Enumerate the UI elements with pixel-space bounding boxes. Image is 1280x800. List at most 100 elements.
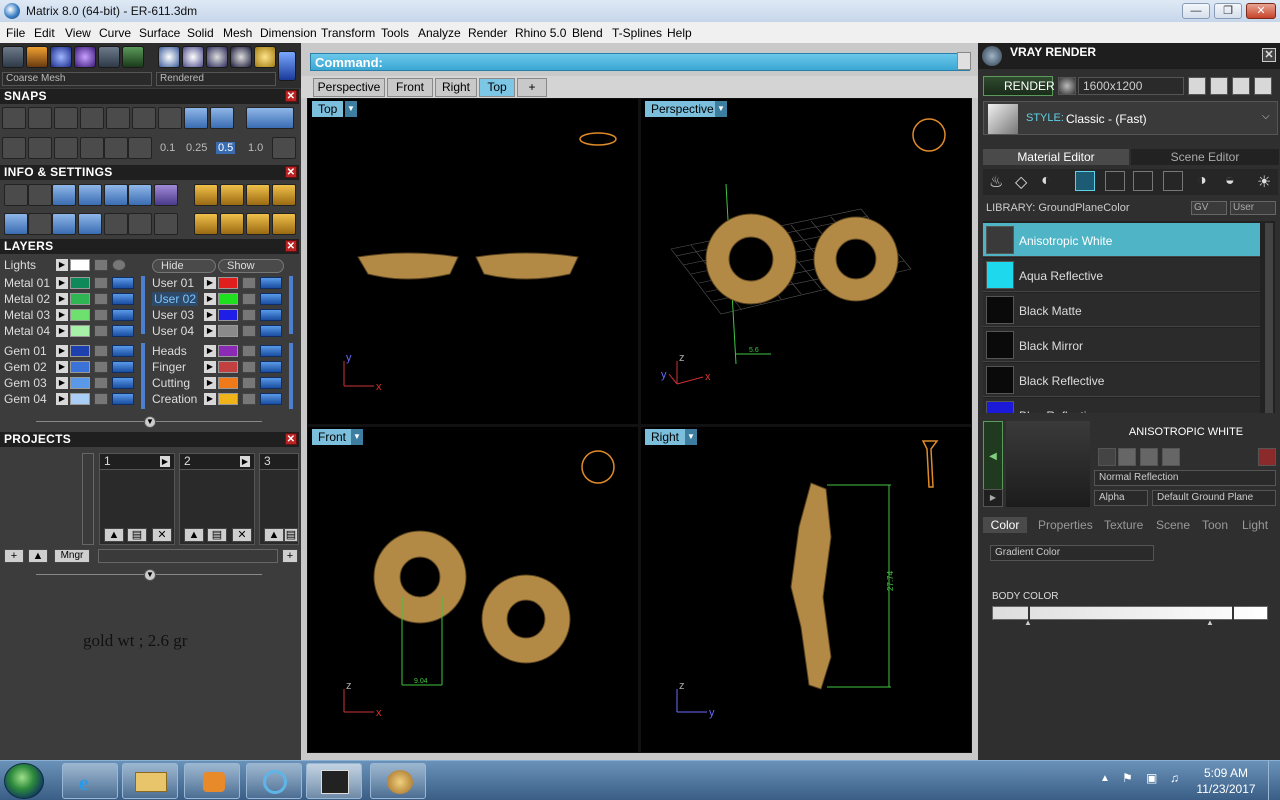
subtab-scene[interactable]: Scene [1156, 517, 1190, 533]
menu-transform[interactable]: Transform [321, 26, 375, 40]
layer-visibility-icon[interactable] [260, 377, 282, 389]
menu-rhino[interactable]: Rhino 5.0 [515, 26, 566, 40]
bucket-2-icon[interactable]: ◒ [1225, 172, 1235, 190]
cube-snap-icon[interactable] [28, 137, 52, 159]
project-1-arrow-icon[interactable]: ▶ [160, 456, 170, 467]
grid-view-icon[interactable] [1254, 77, 1272, 95]
project-2-save-icon[interactable]: ▤ [207, 528, 227, 542]
noise-mat-icon[interactable] [1133, 171, 1153, 191]
bucket-icon[interactable]: ◑ [1197, 172, 1207, 190]
gumball-icon[interactable] [26, 46, 48, 68]
layer-visibility-icon[interactable] [112, 393, 134, 405]
layer-arrow-icon[interactable]: ▶ [56, 345, 68, 357]
layer-visibility-icon[interactable] [260, 361, 282, 373]
layer-row-right-5[interactable]: Heads ▶ [152, 344, 292, 359]
layers-gold-2-icon[interactable] [246, 184, 270, 206]
layer-visibility-icon[interactable] [112, 345, 134, 357]
prong-tool-icon[interactable] [272, 213, 296, 235]
close-projects-icon[interactable]: ✕ [285, 433, 297, 445]
rewind-icon[interactable] [1188, 77, 1206, 95]
menu-file[interactable]: File [6, 26, 25, 40]
layer-row-right-7[interactable]: Cutting ▶ [152, 376, 292, 391]
snap-center-icon[interactable] [132, 107, 156, 129]
layer-arrow-icon[interactable]: ▶ [204, 345, 216, 357]
layer-lock-icon[interactable] [242, 393, 256, 405]
tab-material-editor[interactable]: Material Editor [983, 149, 1129, 165]
material-item[interactable]: Blue Reflective [983, 398, 1260, 413]
close-snaps-icon[interactable]: ✕ [285, 90, 297, 102]
layer-color-swatch[interactable] [70, 325, 90, 337]
display-mode-select[interactable]: Rendered [156, 72, 276, 86]
pen-snap-icon[interactable] [54, 137, 78, 159]
refresh-material-icon[interactable] [1258, 448, 1276, 466]
ground-plane-select[interactable]: Default Ground Plane [1152, 490, 1276, 506]
tab-scene-editor[interactable]: Scene Editor [1131, 149, 1279, 165]
menu-surface[interactable]: Surface [139, 26, 180, 40]
shelf-toggle-icon[interactable] [278, 51, 296, 81]
layer-arrow-icon[interactable]: ▶ [56, 377, 68, 389]
taskbar-media-icon[interactable] [184, 763, 240, 799]
layer-arrow-icon[interactable]: ▶ [56, 393, 68, 405]
layer-arrow-icon[interactable]: ▶ [56, 277, 68, 289]
taskbar-rhino-icon[interactable] [306, 763, 362, 799]
material-item[interactable]: Black Matte [983, 293, 1260, 327]
layers-gold-icon[interactable] [220, 184, 244, 206]
gradient-stop-left-icon[interactable]: ▲ [1024, 618, 1032, 627]
reflection-mode-select[interactable]: Normal Reflection [1094, 470, 1276, 486]
monitor-icon[interactable] [28, 213, 52, 235]
preview-expand-icon[interactable]: ▶ [983, 489, 1003, 507]
show-button[interactable]: Show [218, 259, 284, 273]
show-desktop-button[interactable] [1268, 761, 1280, 800]
snap-value-2[interactable]: 0.25 [186, 142, 207, 154]
layers-expand-icon[interactable]: ▼ [144, 416, 156, 428]
layer-lock-icon[interactable] [94, 361, 108, 373]
cube-blue-icon[interactable] [52, 213, 76, 235]
layer-visibility-icon[interactable] [260, 325, 282, 337]
subtab-properties[interactable]: Properties [1038, 517, 1093, 533]
lights-swatch[interactable] [70, 259, 90, 271]
layer-lock-icon[interactable] [94, 277, 108, 289]
layer-row-right-3[interactable]: User 03 ▶ [152, 308, 292, 323]
project-2-arrow-icon[interactable]: ▶ [240, 456, 250, 467]
menu-tsplines[interactable]: T-Splines [612, 26, 662, 40]
layer-lock-icon[interactable] [242, 377, 256, 389]
layer-visibility-icon[interactable] [112, 293, 134, 305]
layer-lock-icon[interactable] [242, 345, 256, 357]
projects-scrollbar[interactable] [82, 453, 94, 545]
project-1-save-icon[interactable]: ▤ [127, 528, 147, 542]
export-material-icon[interactable] [1140, 448, 1158, 466]
layer-row-left-2[interactable]: Metal 02 ▶ [4, 292, 144, 307]
layout-small-icon[interactable] [1210, 77, 1228, 95]
scissors-icon[interactable] [128, 213, 152, 235]
layer-lock-icon[interactable] [242, 277, 256, 289]
project-1-delete-icon[interactable]: ✕ [152, 528, 172, 542]
layer-color-swatch[interactable] [70, 345, 90, 357]
layer-color-swatch[interactable] [218, 361, 238, 373]
menu-mesh[interactable]: Mesh [223, 26, 252, 40]
layer-row-right-8[interactable]: Creation ▶ [152, 392, 292, 407]
shade-sphere-1-icon[interactable] [158, 46, 180, 68]
layer-row-right-2[interactable]: User 02 ▶ [152, 292, 292, 307]
user-button[interactable]: User [1230, 201, 1276, 215]
lights-bulb-icon[interactable] [112, 259, 126, 271]
close-layers-icon[interactable]: ✕ [285, 240, 297, 252]
layer-lock-icon[interactable] [94, 309, 108, 321]
layer-row-left-3[interactable]: Metal 03 ▶ [4, 308, 144, 323]
project-3-up-icon[interactable]: ▲ [264, 528, 284, 542]
layer-row-right-4[interactable]: User 04 ▶ [152, 324, 292, 339]
layer-color-swatch[interactable] [70, 377, 90, 389]
hide-button[interactable]: Hide [152, 259, 216, 273]
style-chevron-icon[interactable]: ⌵ [1262, 111, 1270, 122]
list-icon[interactable] [1232, 77, 1250, 95]
snap-ortho-icon[interactable] [246, 107, 294, 129]
bulb-icon[interactable]: ☀ [1257, 172, 1271, 192]
import-material-icon[interactable] [1162, 448, 1180, 466]
menu-dimension[interactable]: Dimension [260, 26, 317, 40]
sphere-blue-icon[interactable] [50, 46, 72, 68]
sphere-icon[interactable]: ◐ [1041, 172, 1051, 190]
gv-button[interactable]: GV [1191, 201, 1227, 215]
snap-point-icon[interactable] [80, 107, 104, 129]
flame-icon[interactable]: ♨ [989, 172, 1003, 192]
menu-blend[interactable]: Blend [572, 26, 603, 40]
minimize-button[interactable]: — [1182, 3, 1210, 19]
